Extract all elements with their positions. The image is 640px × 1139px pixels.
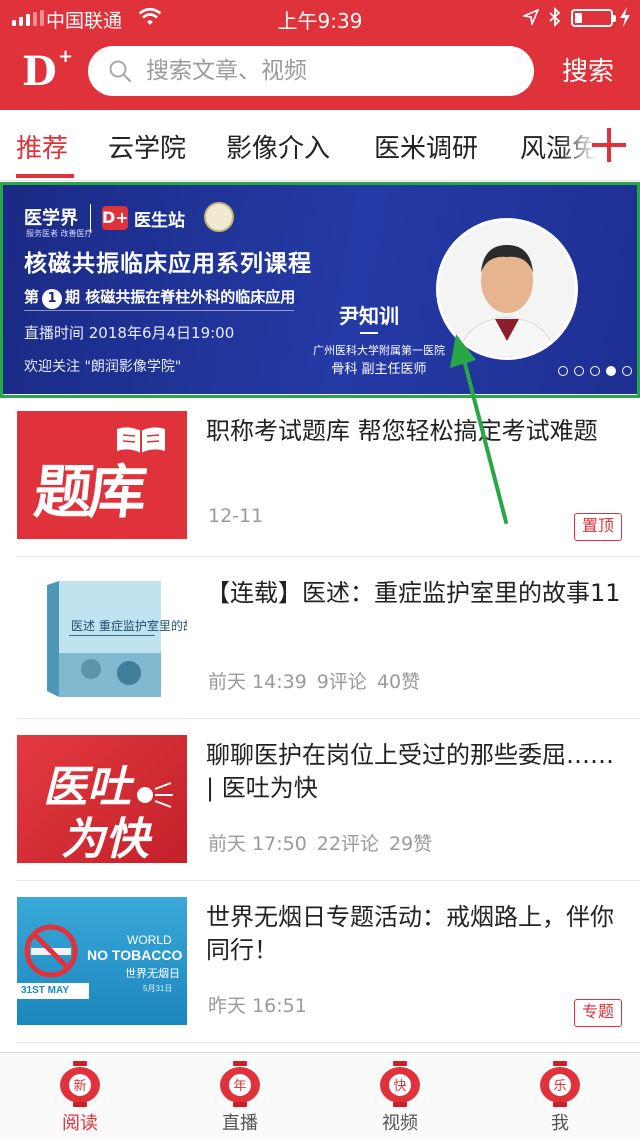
news-meta: 昨天 16:51 <box>208 991 317 1018</box>
search-box[interactable] <box>88 46 534 96</box>
speech-splash-icon <box>137 782 173 808</box>
search-button[interactable]: 搜索 <box>548 52 628 92</box>
charging-icon <box>620 7 630 27</box>
news-title[interactable]: 世界无烟日专题活动：戒烟路上，伴你同行！ <box>206 901 626 967</box>
svg-text:新: 新 <box>73 1078 86 1094</box>
tab-yimi-survey[interactable]: 医米调研 <box>374 128 478 165</box>
tabbar-label: 视频 <box>382 1113 418 1134</box>
news-title[interactable]: 【连载】医述：重症监护室里的故事11 <box>206 577 626 610</box>
thumbnail-text: 题库 <box>30 458 147 526</box>
news-title[interactable]: 聊聊医护在岗位上受过的那些委屈…… | 医吐为快 <box>206 739 626 805</box>
news-date: 前天 14:39 <box>208 671 307 693</box>
lantern-icon: 乐 <box>540 1061 580 1107</box>
thumbnail-image: WORLD NO TOBACCO 世界无烟日 5月31日 31ST MAY <box>17 897 187 1025</box>
news-comments: 22评论 <box>316 833 379 855</box>
logo-plus: + <box>58 46 74 67</box>
list-item[interactable]: WORLD NO TOBACCO 世界无烟日 5月31日 31ST MAY 世界… <box>0 881 640 1043</box>
thumbnail-text: NO TOBACCO <box>87 947 183 963</box>
app-logo: D + <box>22 46 76 95</box>
list-item[interactable]: 医吐 为快 聊聊医护在岗位上受过的那些委屈…… | 医吐为快 前天 17:50 2… <box>0 719 640 881</box>
thumbnail-text: WORLD <box>127 933 172 947</box>
thumbnail-image: 医述 重症监护室里的故事 <box>17 573 187 701</box>
news-date: 12-11 <box>208 505 264 527</box>
active-tab-indicator <box>16 174 74 178</box>
tab-cloud-academy[interactable]: 云学院 <box>108 128 186 165</box>
news-meta: 12-11 <box>208 505 273 527</box>
thumbnail-ribbon: 31ST MAY <box>17 983 89 999</box>
search-input[interactable] <box>146 46 516 96</box>
add-channel-icon[interactable] <box>592 128 626 162</box>
lantern-icon: 年 <box>220 1061 260 1107</box>
status-time: 上午9:39 <box>277 9 363 33</box>
location-arrow-icon <box>523 9 539 25</box>
news-comments: 9评论 <box>316 671 367 693</box>
search-icon <box>109 60 132 83</box>
news-likes: 29赞 <box>388 833 433 855</box>
list-item[interactable]: 医述 重症监护室里的故事 【连载】医述：重症监护室里的故事11 前天 14:39… <box>0 557 640 719</box>
tabbar-item-live[interactable]: 年 直播 <box>160 1053 320 1139</box>
logo-letter: D <box>22 48 57 95</box>
no-smoking-icon <box>24 924 78 978</box>
news-title[interactable]: 职称考试题库 帮您轻松搞定考试难题 <box>206 415 626 448</box>
tabbar-label: 我 <box>551 1113 569 1134</box>
tab-imaging-intervention[interactable]: 影像介入 <box>226 128 330 165</box>
news-likes: 40赞 <box>376 671 421 693</box>
status-bar: 中国联通 上午9:39 <box>0 0 640 36</box>
thumbnail-image: 题库 <box>17 411 187 539</box>
bluetooth-icon <box>549 7 561 27</box>
svg-text:乐: 乐 <box>553 1079 566 1094</box>
bottom-tab-bar: 新 阅读 年 直播 快 视频 乐 我 <box>0 1052 640 1139</box>
tabbar-item-read[interactable]: 新 阅读 <box>0 1053 160 1139</box>
thumbnail-text: 5月31日 <box>143 984 173 993</box>
tabbar-label: 阅读 <box>62 1113 98 1134</box>
tab-recommend[interactable]: 推荐 <box>16 128 68 165</box>
pinned-tag: 置顶 <box>574 513 623 541</box>
news-date: 前天 17:50 <box>208 833 307 855</box>
tabbar-item-video[interactable]: 快 视频 <box>320 1053 480 1139</box>
highlight-frame <box>0 182 640 398</box>
tabbar-item-me[interactable]: 乐 我 <box>480 1053 640 1139</box>
lantern-icon: 快 <box>380 1061 420 1107</box>
svg-text:快: 快 <box>393 1079 406 1094</box>
thumbnail-text: 为快 <box>61 814 149 863</box>
list-item[interactable]: 题库 职称考试题库 帮您轻松搞定考试难题 12-11 置顶 <box>0 395 640 557</box>
thumbnail-text: 医述 重症监护室里的故事 <box>71 619 187 633</box>
svg-text:年: 年 <box>233 1079 246 1094</box>
battery-icon <box>571 9 616 27</box>
lantern-icon: 新 <box>60 1061 100 1107</box>
app-header: 中国联通 上午9:39 D + 搜索 <box>0 0 640 110</box>
news-meta: 前天 17:50 22评论 29赞 <box>208 829 442 856</box>
tabbar-label: 直播 <box>222 1113 258 1134</box>
thumbnail-text: 世界无烟日 <box>125 967 180 980</box>
news-date: 昨天 16:51 <box>208 995 307 1017</box>
thumbnail-image: 医吐 为快 <box>17 735 187 863</box>
topic-tag: 专题 <box>574 999 623 1027</box>
news-meta: 前天 14:39 9评论 40赞 <box>208 667 430 694</box>
channel-tabs: 推荐 云学院 影像介入 医米调研 风湿免 <box>0 110 640 181</box>
